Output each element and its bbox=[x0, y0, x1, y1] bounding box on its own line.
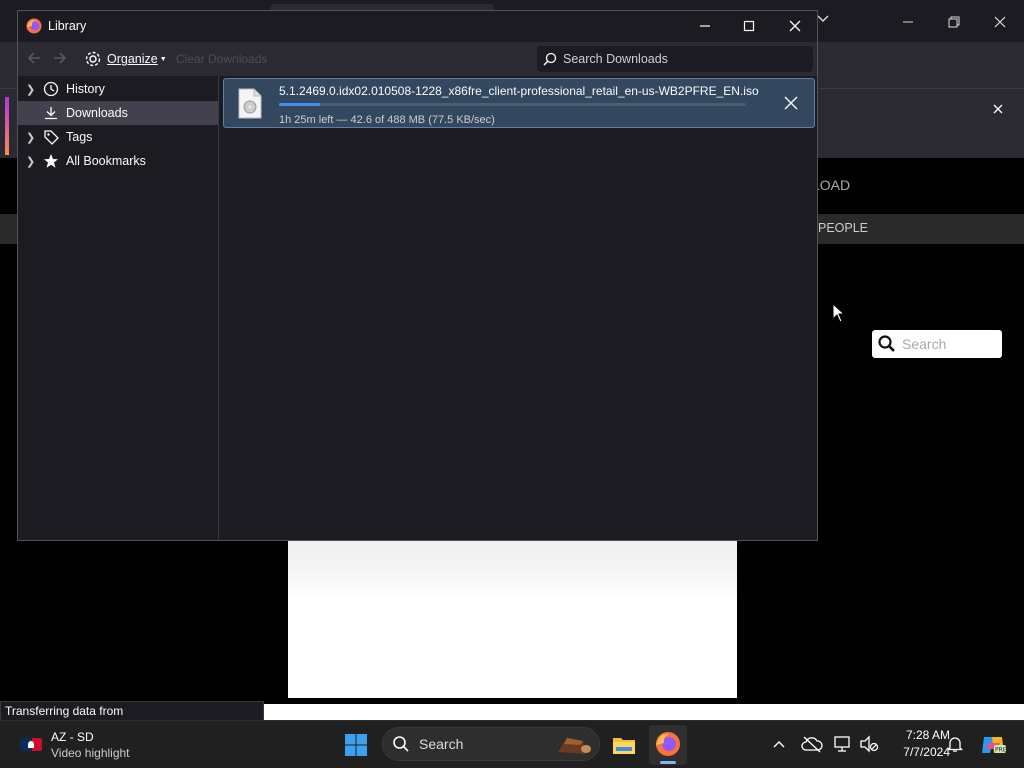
site-nav-people-link[interactable]: PEOPLE bbox=[818, 221, 868, 235]
close-icon bbox=[993, 104, 1003, 114]
copilot-button[interactable]: PRE bbox=[980, 733, 1007, 757]
downloads-list: 5.1.2469.0.idx02.010508-1228_x86fre_clie… bbox=[219, 76, 817, 540]
search-highlight-icon bbox=[555, 732, 593, 756]
notification-close-button[interactable] bbox=[988, 99, 1008, 119]
sidebar-item-label: Tags bbox=[66, 130, 93, 144]
clock-time: 7:28 AM bbox=[905, 728, 950, 742]
library-minimize-button[interactable] bbox=[692, 14, 718, 38]
restore-icon bbox=[948, 16, 960, 28]
copilot-icon: PRE bbox=[982, 737, 1007, 754]
firefox-logo-icon bbox=[26, 18, 42, 37]
forward-button[interactable] bbox=[52, 50, 70, 68]
minimize-button[interactable] bbox=[885, 8, 931, 36]
mlb-logo-icon bbox=[20, 738, 42, 751]
clear-downloads-button[interactable]: Clear Downloads bbox=[176, 52, 267, 66]
arrow-left-icon bbox=[27, 52, 40, 64]
taskbar-search-label: Search bbox=[419, 736, 464, 752]
minimize-icon bbox=[700, 25, 710, 27]
cloud-offline-icon bbox=[801, 736, 823, 753]
onedrive-button[interactable] bbox=[801, 735, 823, 755]
restore-button[interactable] bbox=[931, 8, 977, 36]
organize-label: Organize bbox=[107, 52, 158, 66]
search-downloads-placeholder: Search Downloads bbox=[563, 52, 668, 66]
taskbar-search-box[interactable]: Search bbox=[382, 727, 600, 761]
chevron-up-icon bbox=[773, 741, 785, 748]
sidebar-item-label: All Bookmarks bbox=[66, 154, 146, 168]
windows-logo-icon bbox=[345, 734, 367, 756]
library-maximize-button[interactable] bbox=[736, 14, 762, 38]
gear-icon bbox=[85, 51, 101, 67]
iso-file-icon bbox=[238, 88, 262, 119]
minimize-icon bbox=[903, 21, 913, 23]
sidebar-item-history[interactable]: ❯ History bbox=[18, 77, 218, 101]
widget-subtitle: Video highlight bbox=[51, 746, 130, 760]
news-widget[interactable]: AZ - SD Video highlight bbox=[18, 728, 168, 762]
expand-arrow-icon[interactable]: ❯ bbox=[26, 131, 38, 144]
status-panel: Transferring data from ia801706.us.archi… bbox=[0, 701, 264, 737]
firefox-taskbar-button[interactable] bbox=[649, 725, 687, 765]
back-button[interactable] bbox=[26, 50, 44, 68]
clock[interactable]: 7:28 AM 7/7/2024 bbox=[884, 728, 950, 762]
bell-icon bbox=[946, 737, 964, 752]
download-filename: 5.1.2469.0.idx02.010508-1228_x86fre_clie… bbox=[279, 84, 759, 98]
notifications-button[interactable] bbox=[946, 735, 967, 755]
page-bottom-strip bbox=[264, 704, 1024, 720]
maximize-icon bbox=[743, 20, 755, 32]
library-sidebar: ❯ History Downloads ❯ Tags ❯ All Bookmar… bbox=[18, 76, 219, 540]
speaker-muted-icon bbox=[860, 735, 879, 753]
library-close-button[interactable] bbox=[782, 14, 808, 38]
close-button[interactable] bbox=[977, 8, 1023, 36]
download-item[interactable]: 5.1.2469.0.idx02.010508-1228_x86fre_clie… bbox=[223, 78, 815, 128]
search-downloads-field[interactable]: Search Downloads bbox=[537, 46, 813, 72]
expand-arrow-icon[interactable]: ❯ bbox=[26, 155, 38, 168]
sidebar-item-label: Downloads bbox=[66, 106, 128, 120]
dropdown-arrow-icon: ▼ bbox=[159, 55, 167, 63]
svg-text:PRE: PRE bbox=[995, 747, 1006, 754]
library-toolbar: Organize ▼ Clear Downloads Search Downlo… bbox=[18, 42, 817, 76]
download-icon bbox=[42, 104, 60, 122]
organize-button[interactable]: Organize ▼ bbox=[84, 49, 167, 69]
notification-accent bbox=[5, 97, 9, 155]
sidebar-item-tags[interactable]: ❯ Tags bbox=[18, 125, 218, 149]
tag-icon bbox=[42, 128, 60, 146]
close-icon bbox=[789, 20, 801, 32]
arrow-right-icon bbox=[54, 52, 67, 64]
network-button[interactable] bbox=[833, 735, 855, 755]
firefox-logo-icon bbox=[656, 732, 680, 756]
search-icon bbox=[393, 736, 409, 752]
library-title: Library bbox=[48, 19, 87, 33]
show-hidden-icons-button[interactable] bbox=[772, 737, 788, 753]
list-all-tabs-button[interactable] bbox=[816, 12, 836, 32]
folder-icon bbox=[613, 738, 635, 754]
close-icon bbox=[784, 96, 798, 110]
download-progress-bar bbox=[279, 103, 746, 106]
taskbar: AZ - SD Video highlight Search 7:28 AM 7… bbox=[0, 720, 1024, 768]
sidebar-item-downloads[interactable]: Downloads bbox=[18, 101, 218, 125]
library-titlebar: Library bbox=[18, 11, 817, 42]
expand-arrow-icon[interactable]: ❯ bbox=[26, 83, 38, 96]
site-search-placeholder: Search bbox=[902, 336, 947, 352]
chevron-down-icon bbox=[817, 15, 829, 22]
document-page bbox=[288, 540, 737, 698]
clock-icon bbox=[42, 80, 60, 98]
cancel-download-button[interactable] bbox=[780, 92, 802, 114]
file-explorer-button[interactable] bbox=[610, 731, 638, 759]
site-search-field[interactable]: Search bbox=[872, 330, 1002, 358]
close-icon bbox=[994, 16, 1006, 28]
start-button[interactable] bbox=[344, 733, 368, 757]
download-progress-fill bbox=[279, 103, 320, 106]
star-icon bbox=[42, 152, 60, 170]
clock-date: 7/7/2024 bbox=[903, 745, 950, 759]
download-status: 1h 25m left — 42.6 of 488 MB (77.5 KB/se… bbox=[279, 114, 495, 126]
network-icon bbox=[834, 736, 850, 752]
library-window: Library Organize ▼ Clear Downloads Searc… bbox=[17, 10, 818, 541]
search-icon bbox=[878, 335, 895, 352]
mouse-cursor-icon bbox=[832, 302, 846, 326]
search-icon bbox=[543, 52, 557, 66]
sidebar-item-label: History bbox=[66, 82, 105, 96]
widget-title: AZ - SD bbox=[51, 730, 94, 744]
volume-button[interactable] bbox=[859, 735, 881, 755]
active-app-indicator bbox=[660, 761, 676, 764]
sidebar-item-all-bookmarks[interactable]: ❯ All Bookmarks bbox=[18, 149, 218, 173]
